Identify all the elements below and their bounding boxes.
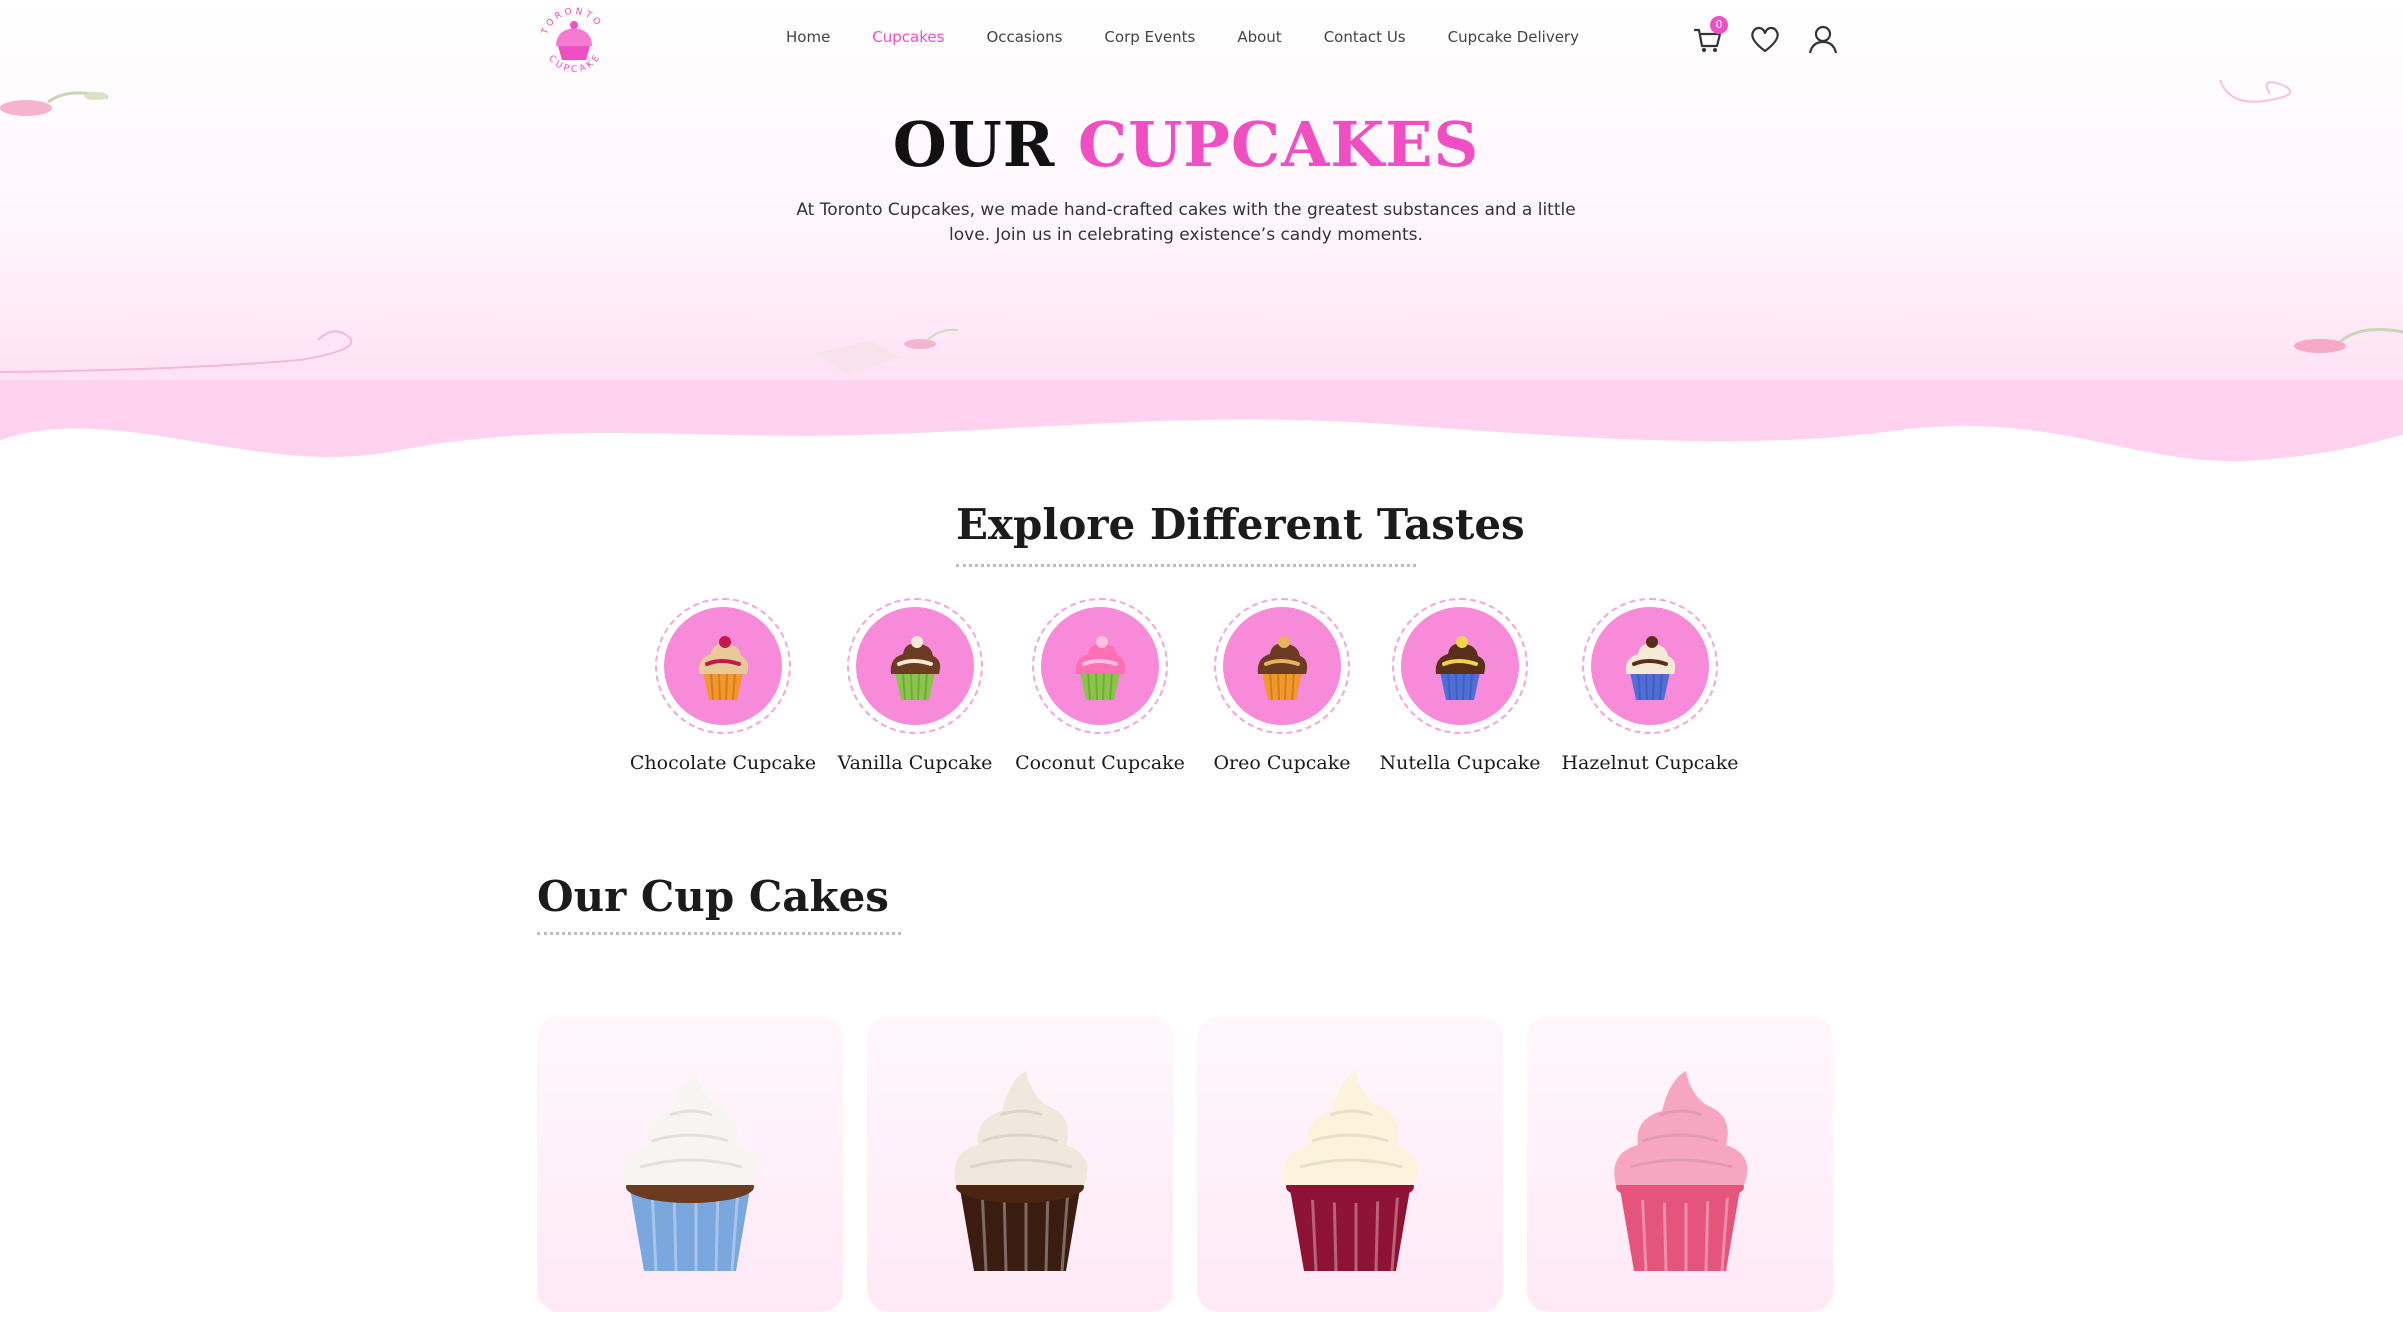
product-card[interactable] bbox=[867, 1016, 1173, 1312]
account-button[interactable] bbox=[1806, 22, 1840, 56]
swirl-decoration-icon bbox=[0, 330, 353, 373]
red-velvet-cupcake-image bbox=[1284, 1071, 1418, 1272]
taste-item-oreo[interactable]: Oreo Cupcake bbox=[1182, 598, 1382, 774]
product-grid bbox=[537, 1016, 1833, 1312]
cupcake-illustration bbox=[1257, 636, 1308, 701]
hazelnut-cupcake-icon bbox=[1591, 607, 1709, 725]
header-actions: 0 bbox=[1690, 16, 1840, 56]
nutella-cupcake-icon bbox=[1401, 607, 1519, 725]
cupcake-illustration bbox=[698, 636, 749, 701]
taste-label: Oreo Cupcake bbox=[1213, 752, 1351, 774]
nav-contact-us[interactable]: Contact Us bbox=[1324, 28, 1406, 46]
product-card[interactable] bbox=[1197, 1016, 1503, 1312]
taste-item-coconut[interactable]: Coconut Cupcake bbox=[1000, 598, 1200, 774]
products-title-underline bbox=[537, 932, 901, 935]
cupcake-illustration bbox=[890, 636, 941, 701]
pink-cherry-cupcake-image bbox=[1614, 1071, 1748, 1272]
explore-title-underline bbox=[956, 564, 1416, 567]
product-card[interactable] bbox=[1527, 1016, 1833, 1312]
taste-ring bbox=[1214, 598, 1350, 734]
taste-ring bbox=[655, 598, 791, 734]
product-card[interactable] bbox=[537, 1016, 843, 1312]
taste-label: Coconut Cupcake bbox=[1015, 752, 1185, 774]
taste-ring bbox=[1032, 598, 1168, 734]
taste-label: Chocolate Cupcake bbox=[629, 752, 817, 774]
taste-ring bbox=[1392, 598, 1528, 734]
explore-title: Explore Different Tastes bbox=[956, 500, 1525, 549]
cake-slice-decoration-icon bbox=[816, 328, 959, 374]
page-title-dark: OUR bbox=[892, 108, 1056, 181]
taste-label: Nutella Cupcake bbox=[1379, 752, 1541, 774]
taste-label: Hazelnut Cupcake bbox=[1561, 752, 1739, 774]
wishlist-button[interactable] bbox=[1748, 22, 1782, 56]
toronto-cupcake-logo[interactable]: TORONTO CUPCAKE bbox=[536, 4, 612, 80]
taste-item-chocolate[interactable]: Chocolate Cupcake bbox=[623, 598, 823, 774]
cupcake-illustration bbox=[1625, 636, 1676, 701]
cupcake-illustration bbox=[1075, 636, 1126, 701]
hero-wave bbox=[0, 380, 2403, 500]
coconut-cupcake-icon bbox=[1041, 607, 1159, 725]
chocolate-cupcake-icon bbox=[664, 607, 782, 725]
nav-occasions[interactable]: Occasions bbox=[986, 28, 1062, 46]
cherry-decoration-icon bbox=[2294, 328, 2403, 353]
taste-label: Vanilla Cupcake bbox=[837, 752, 993, 774]
nav-home[interactable]: Home bbox=[786, 28, 830, 46]
site-header: TORONTO CUPCAKE Home Cupcakes Occasions … bbox=[0, 0, 2403, 80]
heart-icon bbox=[1751, 26, 1779, 53]
vanilla-cupcake-icon bbox=[856, 607, 974, 725]
nav-about[interactable]: About bbox=[1237, 28, 1281, 46]
page-title-accent: CUPCAKES bbox=[1077, 108, 1480, 181]
cupcake-illustration bbox=[1435, 636, 1486, 701]
nav-corp-events[interactable]: Corp Events bbox=[1104, 28, 1195, 46]
products-title: Our Cup Cakes bbox=[537, 872, 889, 921]
taste-item-nutella[interactable]: Nutella Cupcake bbox=[1360, 598, 1560, 774]
oreo-chocolate-cupcake-image bbox=[954, 1071, 1088, 1272]
white-frosting-cupcake-image bbox=[624, 1071, 758, 1272]
taste-item-vanilla[interactable]: Vanilla Cupcake bbox=[815, 598, 1015, 774]
oreo-cupcake-icon bbox=[1223, 607, 1341, 725]
page-title: OUR CUPCAKES bbox=[0, 108, 2372, 181]
taste-ring bbox=[1582, 598, 1718, 734]
taste-ring bbox=[847, 598, 983, 734]
nav-cupcakes[interactable]: Cupcakes bbox=[872, 28, 944, 46]
user-icon bbox=[1808, 25, 1838, 54]
cart-button[interactable]: 0 bbox=[1690, 16, 1728, 56]
main-nav: Home Cupcakes Occasions Corp Events Abou… bbox=[786, 28, 1621, 46]
nav-cupcake-delivery[interactable]: Cupcake Delivery bbox=[1448, 28, 1579, 46]
taste-list: Chocolate Cupcake Vanilla Cupcake Coconu… bbox=[0, 598, 2403, 798]
hero-description: At Toronto Cupcakes, we made hand-crafte… bbox=[796, 200, 1576, 245]
taste-item-hazelnut[interactable]: Hazelnut Cupcake bbox=[1550, 598, 1750, 774]
cart-count-badge: 0 bbox=[1710, 16, 1728, 34]
